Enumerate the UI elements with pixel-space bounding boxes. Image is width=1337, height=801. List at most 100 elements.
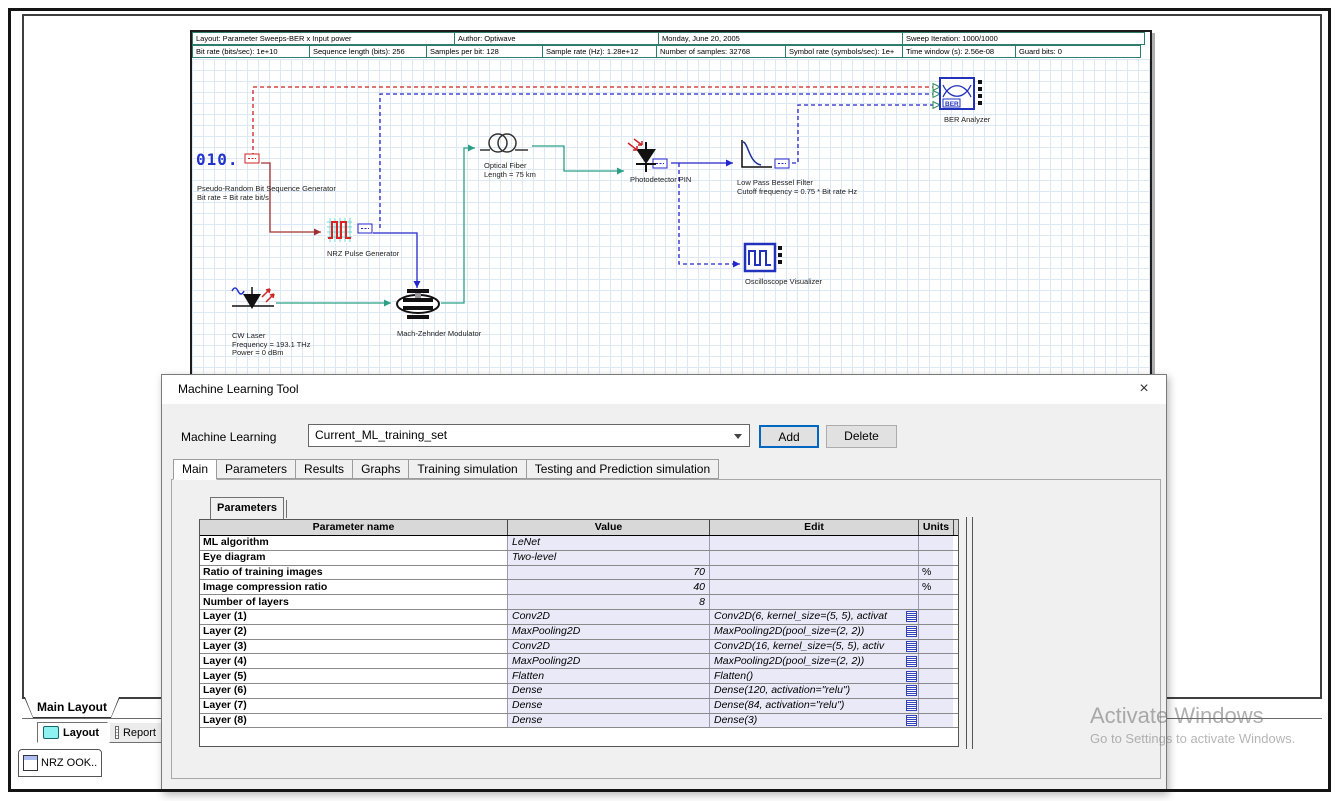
project-document-icon xyxy=(23,755,38,771)
edit-list-icon[interactable] xyxy=(906,671,917,682)
param-edit-cell[interactable] xyxy=(710,566,919,580)
table-row: Layer (7)DenseDense(84, activation="relu… xyxy=(200,699,958,714)
svg-text:BER: BER xyxy=(945,101,959,108)
param-value-cell[interactable]: Conv2D xyxy=(508,610,710,624)
param-value-cell[interactable]: MaxPooling2D xyxy=(508,625,710,639)
edit-list-icon[interactable] xyxy=(906,715,917,726)
pane-splitter[interactable] xyxy=(966,517,967,749)
param-value-cell[interactable]: Two-level xyxy=(508,551,710,565)
param-value-cell[interactable]: 40 xyxy=(508,580,710,594)
tab-testing-and-prediction-simulation[interactable]: Testing and Prediction simulation xyxy=(526,459,719,479)
column-header-parameter-name: Parameter name xyxy=(200,520,508,535)
param-value-cell[interactable]: Dense xyxy=(508,714,710,728)
component-low-pass-bessel-filter[interactable] xyxy=(735,136,775,179)
param-edit-cell[interactable]: Conv2D(16, kernel_size=(5, 5), activ xyxy=(710,640,919,654)
project-tab-label: NRZ OOK.. xyxy=(41,757,97,769)
edit-list-icon[interactable] xyxy=(906,641,917,652)
add-button[interactable]: Add xyxy=(759,425,819,448)
param-value-cell[interactable]: Dense xyxy=(508,684,710,698)
param-table-body: ML algorithmLeNetEye diagramTwo-levelRat… xyxy=(200,536,958,728)
report-view-button[interactable]: Report xyxy=(109,722,162,743)
param-edit-cell[interactable]: Flatten() xyxy=(710,669,919,683)
optical-fiber-icon xyxy=(478,130,530,160)
parameters-table: Parameter nameValueEditUnits ML algorith… xyxy=(199,519,959,747)
param-value-cell[interactable]: Dense xyxy=(508,699,710,713)
param-name-cell: Ratio of training images xyxy=(200,566,508,580)
param-value-cell[interactable]: LeNet xyxy=(508,536,710,550)
column-header-units: Units xyxy=(919,520,954,535)
param-edit-cell[interactable]: Dense(120, activation="relu") xyxy=(710,684,919,698)
component-oscilloscope-visualizer[interactable] xyxy=(743,242,785,279)
param-units-cell xyxy=(919,684,953,698)
machine-learning-tool-dialog: Machine Learning Tool × Machine Learning… xyxy=(161,374,1167,792)
tab-training-simulation[interactable]: Training simulation xyxy=(408,459,526,479)
cw-laser-label: CW Laser Frequency = 193.1 THz Power = 0… xyxy=(232,332,310,358)
tab-graphs[interactable]: Graphs xyxy=(352,459,409,479)
main-tab-content: Parameters Parameter nameValueEditUnits … xyxy=(171,479,1161,779)
param-value-cell[interactable]: Flatten xyxy=(508,669,710,683)
param-units-cell: % xyxy=(919,580,953,594)
param-units-cell: % xyxy=(919,566,953,580)
tab-main[interactable]: Main xyxy=(173,459,217,480)
report-view-icon xyxy=(115,726,119,739)
param-name-cell: Eye diagram xyxy=(200,551,508,565)
table-row: Layer (1)Conv2DConv2D(6, kernel_size=(5,… xyxy=(200,610,958,625)
prbs-generator-label: Pseudo-Random Bit Sequence Generator Bit… xyxy=(197,185,336,202)
param-edit-cell[interactable]: Conv2D(6, kernel_size=(5, 5), activat xyxy=(710,610,919,624)
subtab-parameters[interactable]: Parameters xyxy=(210,497,284,519)
table-row: Layer (5)FlattenFlatten() xyxy=(200,669,958,684)
machine-learning-label: Machine Learning xyxy=(181,430,276,444)
component-cw-laser[interactable] xyxy=(230,284,276,327)
param-edit-cell[interactable]: MaxPooling2D(pool_size=(2, 2)) xyxy=(710,654,919,668)
screenshot-root: Layout: Parameter Sweeps-BER x Input pow… xyxy=(0,0,1337,801)
layout-view-button[interactable]: Layout xyxy=(37,722,108,743)
training-set-combobox[interactable]: Current_ML_training_set xyxy=(308,424,750,447)
param-edit-cell[interactable]: MaxPooling2D(pool_size=(2, 2)) xyxy=(710,625,919,639)
tab-project-nrz-ook[interactable]: NRZ OOK.. xyxy=(18,749,102,777)
table-row: Layer (3)Conv2DConv2D(16, kernel_size=(5… xyxy=(200,640,958,655)
edit-list-icon[interactable] xyxy=(906,626,917,637)
tab-main-layout[interactable]: Main Layout xyxy=(24,697,120,718)
delete-button[interactable]: Delete xyxy=(826,425,897,448)
component-nrz-pulse-generator[interactable] xyxy=(325,216,355,249)
tab-results[interactable]: Results xyxy=(295,459,353,479)
param-units-cell xyxy=(919,595,953,609)
close-icon[interactable]: × xyxy=(1134,379,1154,399)
param-units-cell xyxy=(919,536,953,550)
chevron-down-icon xyxy=(734,434,742,439)
param-edit-cell[interactable]: Dense(84, activation="relu") xyxy=(710,699,919,713)
table-row: Layer (4)MaxPooling2DMaxPooling2D(pool_s… xyxy=(200,654,958,669)
param-value-cell[interactable]: 70 xyxy=(508,566,710,580)
layout-view-icon xyxy=(43,726,59,739)
edit-list-icon[interactable] xyxy=(906,685,917,696)
param-units-cell xyxy=(919,610,953,624)
param-edit-cell[interactable] xyxy=(710,551,919,565)
edit-list-icon[interactable] xyxy=(906,656,917,667)
param-edit-cell[interactable] xyxy=(710,595,919,609)
component-mach-zehnder-modulator[interactable] xyxy=(395,289,441,324)
low-pass-bessel-filter-icon xyxy=(735,136,775,174)
edit-list-icon[interactable] xyxy=(906,700,917,711)
param-edit-cell[interactable]: Dense(3) xyxy=(710,714,919,728)
component-ber-analyzer[interactable]: BER xyxy=(938,76,984,117)
table-row: Layer (2)MaxPooling2DMaxPooling2D(pool_s… xyxy=(200,625,958,640)
param-value-cell[interactable]: Conv2D xyxy=(508,640,710,654)
param-edit-cell[interactable] xyxy=(710,536,919,550)
oscilloscope-visualizer-label: Oscilloscope Visualizer xyxy=(745,278,822,287)
param-value-cell[interactable]: 8 xyxy=(508,595,710,609)
component-prbs-generator[interactable]: 010. xyxy=(196,150,239,170)
component-optical-fiber[interactable] xyxy=(478,130,530,165)
param-units-cell xyxy=(919,640,953,654)
dialog-titlebar[interactable]: Machine Learning Tool × xyxy=(162,375,1166,404)
param-value-cell[interactable]: MaxPooling2D xyxy=(508,654,710,668)
edit-list-icon[interactable] xyxy=(906,611,917,622)
param-edit-cell[interactable] xyxy=(710,580,919,594)
column-header-edit: Edit xyxy=(710,520,919,535)
photodetector-pin-label: Photodetector PIN xyxy=(630,176,691,185)
table-row: Number of layers8 xyxy=(200,595,958,610)
ber-analyzer-label: BER Analyzer xyxy=(944,116,990,125)
tab-parameters[interactable]: Parameters xyxy=(216,459,296,479)
param-name-cell: Layer (6) xyxy=(200,684,508,698)
pane-splitter-line xyxy=(972,517,973,749)
layout-button-label: Layout xyxy=(63,727,99,739)
